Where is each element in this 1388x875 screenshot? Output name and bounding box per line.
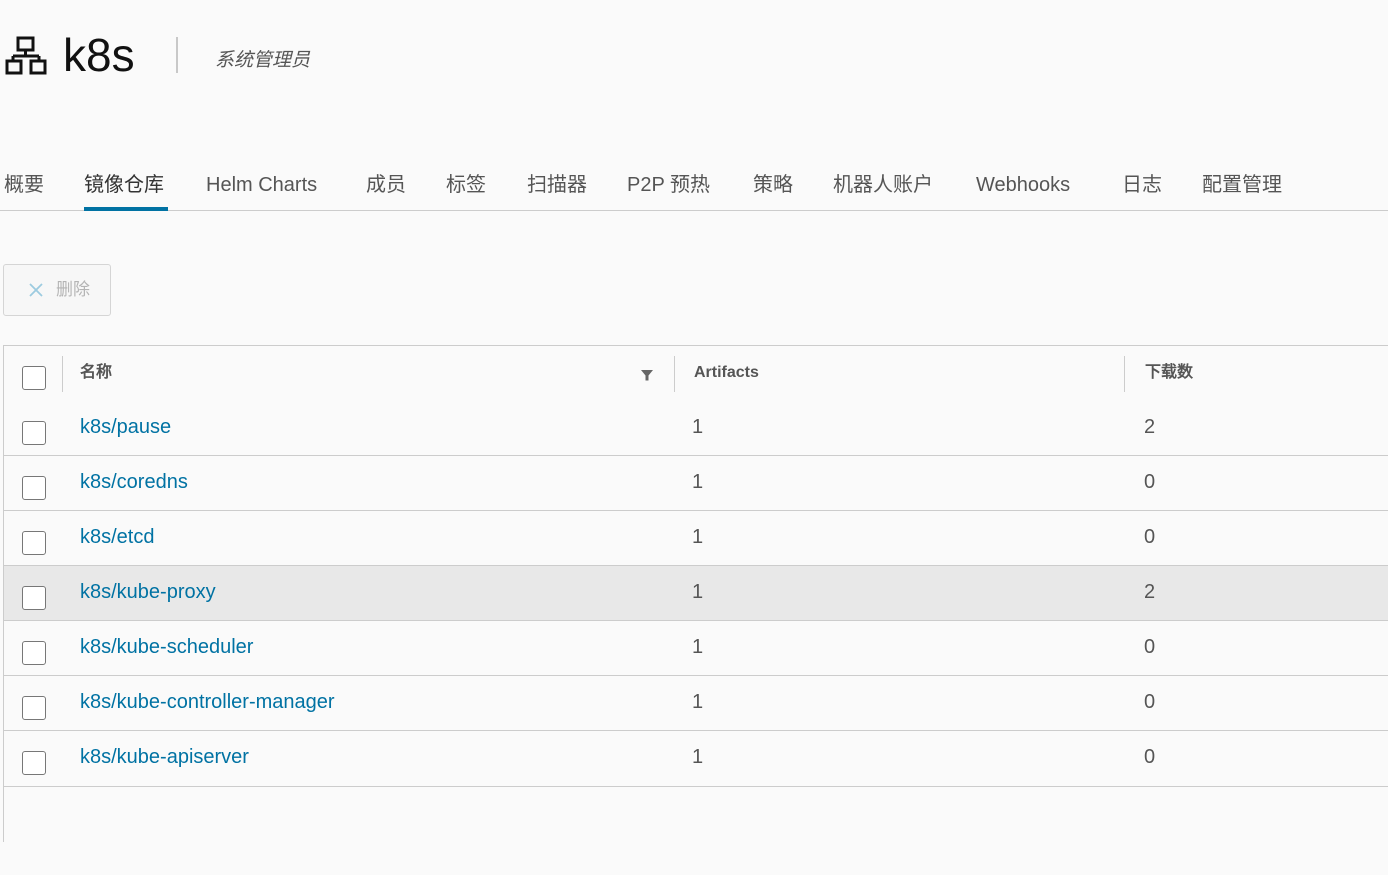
repository-link[interactable]: k8s/etcd xyxy=(80,525,154,549)
column-divider xyxy=(62,356,63,392)
artifacts-count: 1 xyxy=(692,526,704,548)
download-count: 2 xyxy=(1144,416,1156,438)
download-count: 2 xyxy=(1144,581,1156,603)
artifacts-count: 1 xyxy=(692,691,704,713)
user-role-label: 系统管理员 xyxy=(215,50,311,71)
tab-policy[interactable]: 策略 xyxy=(753,172,793,198)
artifacts-count: 1 xyxy=(692,471,704,493)
row-checkbox[interactable] xyxy=(22,696,46,720)
tab-logs[interactable]: 日志 xyxy=(1122,172,1162,198)
header-divider xyxy=(176,37,178,73)
table-row[interactable]: k8s/kube-apiserver 1 0 xyxy=(4,731,1388,786)
repository-link[interactable]: k8s/pause xyxy=(80,415,171,439)
tab-robot-accounts[interactable]: 机器人账户 xyxy=(833,172,933,198)
artifacts-count: 1 xyxy=(692,416,704,438)
repository-link[interactable]: k8s/kube-apiserver xyxy=(80,745,249,769)
row-checkbox[interactable] xyxy=(22,531,46,555)
repository-link[interactable]: k8s/kube-scheduler xyxy=(80,635,253,659)
table-row[interactable]: k8s/coredns 1 0 xyxy=(4,456,1388,511)
tab-members[interactable]: 成员 xyxy=(366,172,406,198)
tab-configuration[interactable]: 配置管理 xyxy=(1202,172,1282,198)
project-repositories-page: k8s 系统管理员 概要 镜像仓库 Helm Charts 成员 标签 扫描器 … xyxy=(0,0,1388,875)
active-tab-indicator xyxy=(84,207,168,211)
download-count: 0 xyxy=(1144,471,1156,493)
column-header-downloads[interactable]: 下载数 xyxy=(1145,363,1193,383)
repositories-table: 名称 Artifacts 下载数 k8s/pause 1 2 k8s/cored… xyxy=(3,345,1388,842)
close-icon xyxy=(29,283,43,297)
tab-helm-charts[interactable]: Helm Charts xyxy=(206,172,317,198)
table-row[interactable]: k8s/kube-proxy 1 2 xyxy=(4,566,1388,621)
repository-link[interactable]: k8s/kube-controller-manager xyxy=(80,690,335,714)
project-tabs: 概要 镜像仓库 Helm Charts 成员 标签 扫描器 P2P 预热 策略 … xyxy=(0,160,1388,211)
select-all-checkbox[interactable] xyxy=(22,366,46,390)
artifacts-count: 1 xyxy=(692,636,704,658)
table-row[interactable]: k8s/kube-scheduler 1 0 xyxy=(4,621,1388,676)
delete-button-label: 删除 xyxy=(56,280,90,299)
project-title: k8s xyxy=(63,29,135,81)
tab-repositories[interactable]: 镜像仓库 xyxy=(84,172,164,198)
download-count: 0 xyxy=(1144,746,1156,768)
artifacts-count: 1 xyxy=(692,746,704,768)
project-hierarchy-icon xyxy=(5,36,47,75)
table-footer xyxy=(4,786,1388,842)
project-header: k8s 系统管理员 xyxy=(0,0,1388,110)
tab-labels[interactable]: 标签 xyxy=(446,172,486,198)
filter-icon[interactable] xyxy=(640,368,654,382)
row-checkbox[interactable] xyxy=(22,751,46,775)
repository-link[interactable]: k8s/kube-proxy xyxy=(80,580,216,604)
repository-link[interactable]: k8s/coredns xyxy=(80,470,188,494)
tab-webhooks[interactable]: Webhooks xyxy=(976,172,1070,198)
table-header: 名称 Artifacts 下载数 xyxy=(4,346,1388,402)
table-row[interactable]: k8s/etcd 1 0 xyxy=(4,511,1388,566)
tab-p2p-preheat[interactable]: P2P 预热 xyxy=(627,172,710,198)
column-divider xyxy=(674,356,675,392)
artifacts-count: 1 xyxy=(692,581,704,603)
column-header-name[interactable]: 名称 xyxy=(80,363,112,383)
table-row[interactable]: k8s/pause 1 2 xyxy=(4,401,1388,456)
row-checkbox[interactable] xyxy=(22,476,46,500)
download-count: 0 xyxy=(1144,526,1156,548)
table-row[interactable]: k8s/kube-controller-manager 1 0 xyxy=(4,676,1388,731)
column-divider xyxy=(1124,356,1125,392)
row-checkbox[interactable] xyxy=(22,641,46,665)
download-count: 0 xyxy=(1144,691,1156,713)
row-checkbox[interactable] xyxy=(22,586,46,610)
row-checkbox[interactable] xyxy=(22,421,46,445)
delete-button[interactable]: 删除 xyxy=(3,264,111,316)
download-count: 0 xyxy=(1144,636,1156,658)
column-header-artifacts[interactable]: Artifacts xyxy=(694,363,759,383)
tab-summary[interactable]: 概要 xyxy=(4,172,44,198)
tab-scanner[interactable]: 扫描器 xyxy=(527,172,587,198)
